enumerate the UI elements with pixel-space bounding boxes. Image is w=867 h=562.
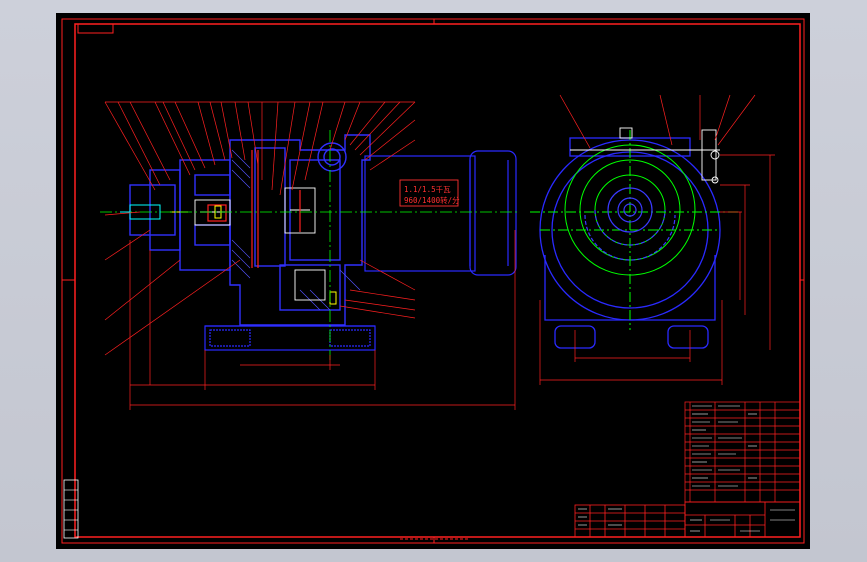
drawing-canvas[interactable]: 1.1/1.5千瓦 960/1400转/分 [56,13,810,549]
section-view: 1.1/1.5千瓦 960/1400转/分 [100,101,520,410]
side-view [530,94,775,385]
motor-housing [364,150,517,276]
left-stamp-column [63,479,79,539]
cad-viewport[interactable]: 1.1/1.5千瓦 960/1400转/分 [0,0,867,562]
drawing-frame [61,18,805,544]
title-block [574,501,801,538]
svg-text:960/1400转/分: 960/1400转/分 [404,195,460,205]
dimension-lines [129,230,516,410]
svg-text:1.1/1.5千瓦: 1.1/1.5千瓦 [404,184,451,194]
spec-annotation: 1.1/1.5千瓦 960/1400转/分 [399,179,460,207]
drawing-sheet: 1.1/1.5千瓦 960/1400转/分 [61,18,805,544]
title-block-marks [578,508,795,532]
gear-rings [530,130,740,330]
gearbox-body [129,134,371,326]
shaft-keys [207,150,301,268]
side-leaders [559,94,756,149]
side-dimensions [539,154,775,385]
hatch-pattern [231,149,361,311]
parts-list-table [684,401,801,503]
base-foot [204,325,376,351]
